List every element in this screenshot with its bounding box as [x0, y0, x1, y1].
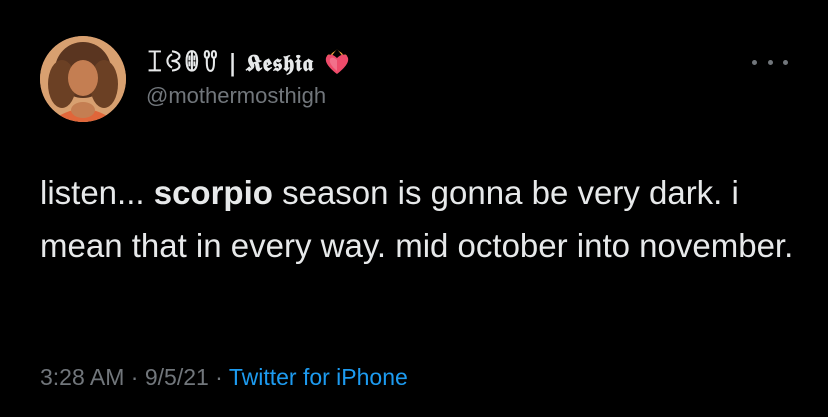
more-dot: [752, 59, 757, 65]
heart-on-fire-icon: [322, 47, 352, 77]
meta-separator: ·: [208, 364, 229, 390]
tweet-text: listen... scorpio season is gonna be ver…: [40, 166, 800, 272]
user-handle[interactable]: @mothermosthigh: [146, 83, 326, 109]
name-row: ꀤꃳꂦꀎ | 𝕶𝖊𝖘𝖍𝖎𝖆: [146, 46, 352, 77]
more-options-icon[interactable]: [752, 52, 788, 72]
display-name[interactable]: ꀤꃳꂦꀎ | 𝕶𝖊𝖘𝖍𝖎𝖆: [146, 46, 314, 77]
meta-separator: ·: [124, 364, 145, 390]
tweet-date[interactable]: 9/5/21: [145, 364, 209, 390]
tweet-card: ꀤꃳꂦꀎ | 𝕶𝖊𝖘𝖍𝖎𝖆 @mothermosthigh listen... …: [0, 0, 828, 417]
more-dot: [783, 59, 788, 65]
avatar[interactable]: [40, 36, 126, 122]
tweet-source-link[interactable]: Twitter for iPhone: [229, 364, 408, 390]
tweet-text-bold: scorpio: [153, 174, 273, 211]
tweet-text-part: listen...: [40, 174, 154, 211]
tweet-meta: 3:28 AM · 9/5/21 · Twitter for iPhone: [40, 364, 408, 391]
more-dot: [767, 59, 773, 65]
tweet-time[interactable]: 3:28 AM: [40, 364, 124, 390]
